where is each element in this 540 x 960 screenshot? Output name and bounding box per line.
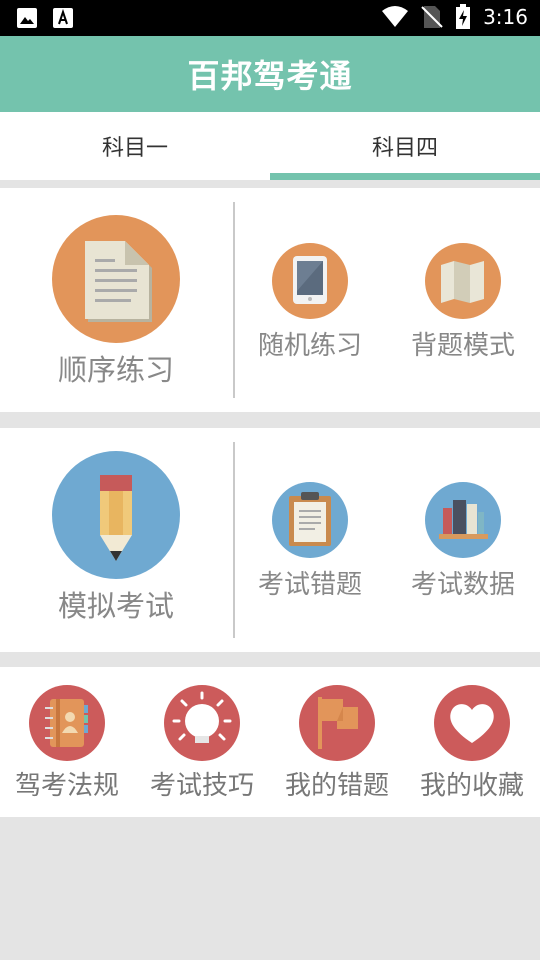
status-time: 3:16 [483, 5, 528, 29]
map-icon [425, 243, 501, 319]
pencil-icon [52, 451, 180, 579]
contact-book-icon [29, 685, 105, 761]
app-bar: 百邦驾考通 [0, 36, 540, 112]
random-practice-button[interactable]: 随机练习 [245, 243, 375, 362]
lightbulb-icon [164, 685, 240, 761]
exam-data-button[interactable]: 考试数据 [398, 482, 528, 601]
mock-exam-button[interactable]: 模拟考试 [52, 451, 180, 625]
image-icon [16, 7, 38, 29]
sequential-practice-button[interactable]: 顺序练习 [52, 215, 180, 389]
sequential-practice-label: 顺序练习 [57, 353, 174, 387]
document-icon [52, 215, 180, 343]
tab-label: 科目一 [101, 136, 168, 161]
clipboard-icon [272, 482, 348, 558]
driving-regulations-button[interactable]: 驾考法规 [2, 685, 132, 802]
my-favorites-label: 我的收藏 [419, 771, 524, 801]
practice-card: 顺序练习 随机练习 背题模式 [0, 188, 540, 412]
no-sim-icon [421, 4, 443, 30]
exam-card: 模拟考试 考试错题 考试数据 [0, 428, 540, 652]
my-mistakes-button[interactable]: 我的错题 [272, 685, 402, 802]
tab-indicator [270, 173, 540, 180]
heart-icon [434, 685, 510, 761]
tab-subject-one[interactable]: 科目一 [0, 112, 270, 180]
status-bar: 3:16 [0, 0, 540, 36]
flag-icon [299, 685, 375, 761]
wifi-icon [381, 5, 409, 29]
exam-tips-label: 考试技巧 [149, 771, 254, 801]
exam-data-label: 考试数据 [410, 570, 515, 600]
exam-tips-button[interactable]: 考试技巧 [137, 685, 267, 802]
random-practice-label: 随机练习 [257, 331, 362, 361]
tablet-icon [272, 243, 348, 319]
app-title: 百邦驾考通 [187, 57, 353, 95]
battery-charging-icon [455, 4, 471, 30]
memorize-mode-label: 背题模式 [410, 331, 515, 361]
exam-mistakes-label: 考试错题 [257, 570, 362, 600]
tools-card: 驾考法规 考试技巧 我的错题 我的收藏 [0, 667, 540, 817]
driving-regulations-label: 驾考法规 [14, 771, 119, 801]
divider [233, 202, 235, 398]
tab-bar: 科目一 科目四 [0, 112, 540, 180]
memorize-mode-button[interactable]: 背题模式 [398, 243, 528, 362]
tab-subject-four[interactable]: 科目四 [270, 112, 540, 180]
font-download-icon [52, 7, 74, 29]
my-favorites-button[interactable]: 我的收藏 [407, 685, 537, 802]
books-icon [425, 482, 501, 558]
divider [233, 442, 235, 638]
mock-exam-label: 模拟考试 [57, 589, 174, 623]
my-mistakes-label: 我的错题 [284, 771, 389, 801]
exam-mistakes-button[interactable]: 考试错题 [245, 482, 375, 601]
tab-label: 科目四 [371, 136, 438, 161]
